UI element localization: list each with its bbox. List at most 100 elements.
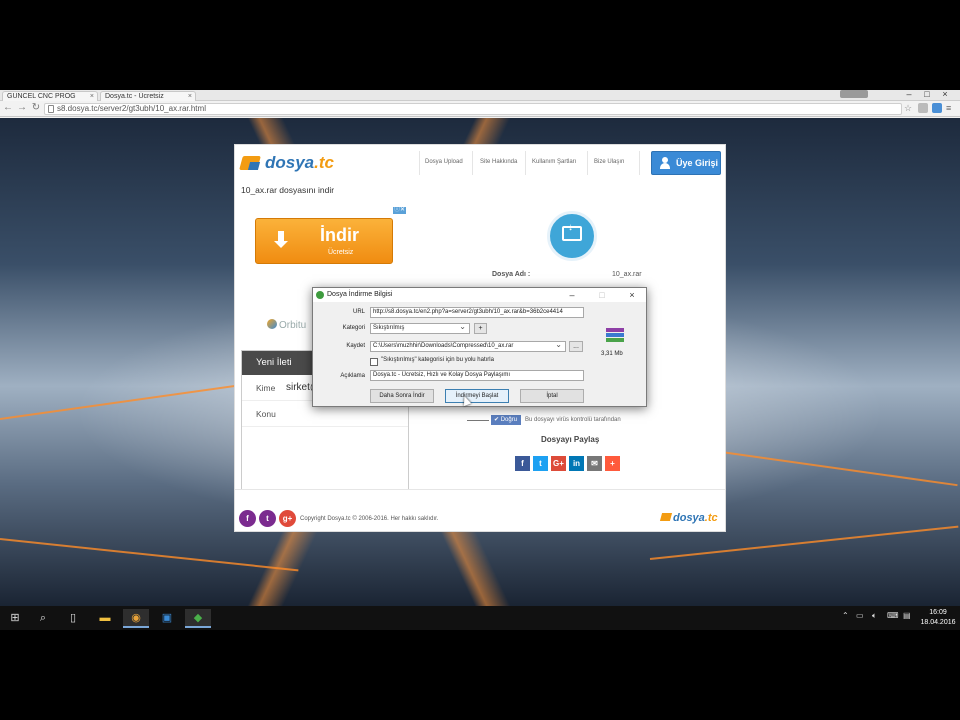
address-bar[interactable]: s8.dosya.tc/server2/gt3ubh/10_ax.rar.htm… bbox=[44, 103, 902, 115]
close-window-icon[interactable]: × bbox=[936, 90, 954, 99]
logo-mark bbox=[659, 513, 673, 521]
tab-guncel-cnc[interactable]: GUNCEL CNC PROG × bbox=[2, 91, 98, 101]
reload-icon[interactable]: ↻ bbox=[30, 102, 42, 114]
facebook-icon[interactable]: f bbox=[239, 510, 256, 527]
browse-button[interactable]: ... bbox=[569, 341, 583, 352]
video-letterbox-bottom bbox=[0, 630, 960, 720]
save-path-select[interactable]: C:\Users\muzhhir\Downloads\Compressed\10… bbox=[370, 341, 566, 352]
footer-logo-text: dosya bbox=[673, 512, 705, 524]
clock[interactable]: 16:09 18.04.2016 bbox=[918, 608, 958, 628]
video-letterbox-top bbox=[0, 0, 960, 90]
download-label: İndir bbox=[320, 225, 359, 245]
app-icon[interactable]: ▣ bbox=[154, 609, 180, 628]
forward-icon[interactable]: → bbox=[16, 102, 28, 114]
extension-icon[interactable] bbox=[918, 103, 928, 113]
volume-icon[interactable]: 🔈︎ bbox=[872, 611, 877, 621]
ad-download-button[interactable]: İndir Ücretsiz bbox=[255, 218, 393, 264]
nav-divider bbox=[639, 151, 640, 175]
subject-label: Konu bbox=[256, 409, 276, 419]
rar-stripe bbox=[606, 338, 624, 342]
login-button[interactable]: Üye Girişi bbox=[651, 151, 721, 175]
tray-chevron-icon[interactable]: ⌃ bbox=[842, 611, 849, 620]
close-icon[interactable]: × bbox=[623, 288, 641, 302]
tab-label: GUNCEL CNC PROG bbox=[7, 93, 76, 100]
url-field[interactable]: http://s8.dosya.tc/en2.php?a=server2/gt3… bbox=[370, 307, 584, 318]
category-select[interactable]: Sıkıştırılmış bbox=[370, 323, 470, 334]
start-download-button[interactable]: İndirmeyi Başlat bbox=[445, 389, 509, 403]
rar-stripe bbox=[606, 333, 624, 337]
description-label: Açıklama bbox=[340, 373, 365, 379]
minimize-icon[interactable]: – bbox=[563, 288, 581, 302]
toolbar: ← → ↻ s8.dosya.tc/server2/gt3ubh/10_ax.r… bbox=[0, 101, 960, 117]
nav-contact[interactable]: Bize Ulaşın bbox=[594, 157, 624, 167]
back-icon[interactable]: ← bbox=[2, 102, 14, 114]
logo-tld: .tc bbox=[314, 153, 334, 172]
footer-logo-tld: .tc bbox=[704, 512, 718, 524]
menu-icon[interactable]: ≡ bbox=[946, 103, 956, 113]
extension-icon-2[interactable] bbox=[932, 103, 942, 113]
download-icon[interactable]: ↓ bbox=[547, 211, 597, 261]
linkedin-icon[interactable]: in bbox=[569, 456, 584, 471]
maximize-icon: □ bbox=[599, 290, 605, 300]
download-later-button[interactable]: Daha Sonra İndir bbox=[370, 389, 434, 403]
nav-divider bbox=[419, 151, 420, 175]
nav-terms[interactable]: Kullanım Şartları bbox=[532, 157, 576, 167]
decor-streak bbox=[0, 538, 299, 572]
dialog-titlebar[interactable]: Dosya İndirme Bilgisi – □ × bbox=[313, 288, 646, 302]
more-share-icon[interactable]: + bbox=[605, 456, 620, 471]
notification-icon[interactable]: ▤ bbox=[903, 611, 911, 620]
windows-start-icon[interactable]: ⊞ bbox=[2, 609, 28, 628]
login-label: Üye Girişi bbox=[676, 158, 719, 168]
cancel-button[interactable]: İptal bbox=[520, 389, 584, 403]
twitter-icon[interactable]: t bbox=[533, 456, 548, 471]
close-icon[interactable]: × bbox=[188, 92, 192, 101]
footer-logo[interactable]: dosya.tc bbox=[659, 512, 718, 524]
profile-badge[interactable] bbox=[840, 90, 868, 98]
add-category-button[interactable]: + bbox=[474, 323, 487, 334]
nav-about[interactable]: Site Hakkında bbox=[480, 157, 517, 167]
verified-badge: ✔ Doğru bbox=[491, 415, 521, 425]
description-field[interactable]: Dosya.tc - Ücretsiz, Hızlı ve Kolay Dosy… bbox=[370, 370, 584, 381]
search-icon[interactable]: ⌕ bbox=[30, 609, 56, 628]
google-plus-icon[interactable]: g+ bbox=[279, 510, 296, 527]
tab-label: Dosya.tc - Ücretsiz bbox=[105, 93, 164, 100]
user-icon bbox=[660, 157, 670, 169]
page-icon bbox=[48, 105, 54, 113]
idm-download-dialog: Dosya İndirme Bilgisi – □ × URL http://s… bbox=[312, 287, 647, 407]
nav-divider bbox=[472, 151, 473, 175]
ad-choices-icon[interactable]: ⓘ✕ bbox=[393, 207, 407, 214]
google-plus-icon[interactable]: G+ bbox=[551, 456, 566, 471]
star-icon[interactable]: ☆ bbox=[904, 103, 914, 113]
logo-mark-inner bbox=[247, 162, 261, 170]
chrome-icon[interactable]: ◉ bbox=[123, 609, 149, 628]
tab-strip: GUNCEL CNC PROG × Dosya.tc - Ücretsiz × … bbox=[0, 90, 960, 101]
nav-divider bbox=[587, 151, 588, 175]
orbitum-ad[interactable]: Orbitu bbox=[267, 319, 306, 331]
file-name-label: Dosya Adı : bbox=[492, 271, 531, 278]
language-icon[interactable]: ⌨ bbox=[887, 611, 899, 620]
file-name-value: 10_ax.rar bbox=[612, 271, 642, 278]
twitter-icon[interactable]: t bbox=[259, 510, 276, 527]
idm-icon bbox=[316, 291, 324, 299]
facebook-icon[interactable]: f bbox=[515, 456, 530, 471]
idm-taskbar-icon[interactable]: ◆ bbox=[185, 609, 211, 628]
remember-path-checkbox[interactable] bbox=[370, 358, 378, 366]
close-icon[interactable]: × bbox=[90, 92, 94, 101]
divider bbox=[467, 420, 489, 421]
url-label: URL bbox=[352, 309, 365, 315]
maximize-icon[interactable]: □ bbox=[918, 90, 936, 99]
task-view-icon[interactable]: ▯ bbox=[60, 609, 86, 628]
email-icon[interactable]: ✉ bbox=[587, 456, 602, 471]
nav-upload[interactable]: Dosya Upload bbox=[425, 157, 463, 167]
orbitum-text: Orbitu bbox=[279, 320, 307, 331]
clock-time: 16:09 bbox=[929, 609, 947, 616]
file-explorer-icon[interactable]: ▬ bbox=[92, 609, 118, 628]
category-label: Kategori bbox=[342, 325, 365, 331]
rar-archive-icon bbox=[606, 328, 624, 344]
share-title: Dosyayı Paylaş bbox=[541, 435, 600, 444]
tab-dosya[interactable]: Dosya.tc - Ücretsiz × bbox=[100, 91, 196, 101]
network-icon[interactable]: ▭ bbox=[856, 611, 864, 620]
minimize-icon[interactable]: – bbox=[900, 90, 918, 99]
file-size: 3,31 Mb bbox=[601, 351, 623, 357]
site-logo[interactable]: dosya.tc bbox=[239, 153, 334, 173]
